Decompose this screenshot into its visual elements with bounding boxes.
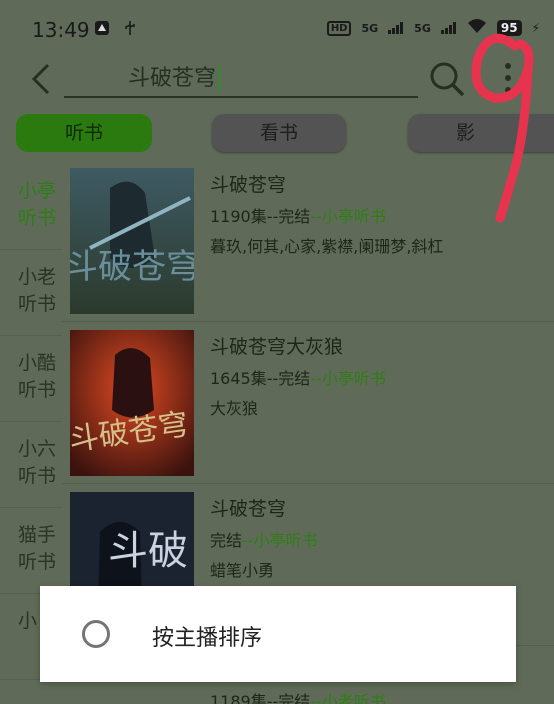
search-query: 斗破苍穹 — [128, 66, 217, 91]
sidebar-item-maoshou[interactable]: 猫手 听书 — [0, 508, 62, 594]
text-caret — [218, 66, 221, 92]
book-author: 大灰狼 — [210, 399, 259, 418]
book-source: --小老听书 — [310, 692, 386, 704]
list-item[interactable]: 斗破苍穹 斗破苍穹大灰狼 1645集--完结--小亭听书 大灰狼 — [62, 322, 554, 484]
book-meta: 完结--小亭听书 — [210, 527, 318, 551]
status-right: HD 5G 5G 95 ⚡ — [326, 18, 540, 38]
sidebar-item-label: 猫手 听书 — [18, 524, 57, 573]
book-info: 斗破苍穹 1190集--完结--小亭听书 暮玖,何其,心家,紫襟,阑珊梦,斜杠 — [210, 170, 443, 257]
book-episodes: 1190集--完结 — [210, 207, 311, 226]
book-info: 斗破苍穹大灰狼 1645集--完结--小亭听书 大灰狼 — [210, 332, 386, 419]
search-input[interactable]: 斗破苍穹 — [64, 64, 418, 98]
book-title: 斗破苍穹 — [210, 174, 287, 196]
partial-list-item: 1189集--完结--小老听书 — [210, 688, 386, 704]
sidebar-item-xiaoliu[interactable]: 小六 听书 — [0, 422, 62, 508]
signal-bars-icon — [388, 19, 404, 38]
book-episodes: 1645集--完结 — [210, 369, 311, 388]
book-cover: 斗破苍穹 — [70, 168, 194, 314]
book-list: 斗破苍穹 斗破苍穹 1190集--完结--小亭听书 暮玖,何其,心家,紫襟,阑珊… — [62, 160, 554, 646]
cover-title-art: 斗破苍穹 — [70, 247, 194, 287]
hd-badge: HD — [326, 20, 352, 36]
battery-level: 95 — [496, 20, 522, 36]
book-episodes: 1189集--完结 — [210, 692, 311, 704]
cover-title-art: 斗破 — [108, 528, 188, 574]
book-author: 暮玖,何其,心家,紫襟,阑珊梦,斜杠 — [210, 237, 444, 256]
signal-1: 5G — [361, 21, 379, 35]
sidebar-item-label: 小酷 听书 — [18, 352, 57, 401]
sidebar-item-xiaolao[interactable]: 小老 听书 — [0, 250, 62, 336]
book-info: 斗破苍穹 完结--小亭听书 蜡笔小勇 — [210, 494, 318, 581]
sort-dialog: 按主播排序 — [40, 586, 516, 682]
sidebar-item-label: 小六 听书 — [18, 438, 57, 487]
tab-listen[interactable]: 听书 — [16, 114, 152, 152]
app-notification-icon — [94, 20, 110, 36]
sidebar-item-label: 小老 听书 — [18, 266, 57, 315]
sort-by-host-radio[interactable] — [82, 620, 110, 648]
sidebar-item-label: 小亭 听书 — [18, 180, 57, 229]
sidebar-item-xiaoting[interactable]: 小亭 听书 — [0, 164, 62, 250]
status-left-icons — [94, 20, 138, 36]
book-cover: 斗破苍穹 — [70, 330, 194, 476]
usb-icon — [122, 20, 138, 36]
book-source: --小亭听书 — [242, 531, 318, 550]
book-source: --小亭听书 — [310, 369, 386, 388]
book-title: 斗破苍穹 — [210, 498, 287, 520]
more-options-icon[interactable] — [498, 58, 518, 98]
signal-bars-icon — [440, 19, 457, 38]
search-icon[interactable] — [428, 60, 466, 98]
book-title: 斗破苍穹大灰狼 — [210, 336, 344, 358]
sidebar-item-xiaoku[interactable]: 小酷 听书 — [0, 336, 62, 422]
wifi-icon — [467, 18, 487, 38]
tab-video[interactable]: 影 — [408, 114, 554, 152]
sidebar-item-label: 小 — [18, 610, 38, 632]
list-item[interactable]: 斗破苍穹 斗破苍穹 1190集--完结--小亭听书 暮玖,何其,心家,紫襟,阑珊… — [62, 160, 554, 322]
status-bar: 13:49 HD 5G 5G 95 ⚡ — [0, 0, 554, 58]
book-author: 蜡笔小勇 — [210, 561, 275, 580]
charging-icon: ⚡ — [531, 21, 540, 35]
book-meta: 1645集--完结--小亭听书 — [210, 365, 386, 389]
back-icon[interactable] — [26, 62, 56, 96]
tab-read[interactable]: 看书 — [212, 114, 346, 152]
book-episodes: 完结 — [210, 531, 243, 550]
signal-2: 5G — [414, 21, 431, 35]
sort-by-host-label[interactable]: 按主播排序 — [152, 620, 262, 652]
book-meta: 1190集--完结--小亭听书 — [210, 203, 443, 227]
status-time: 13:49 — [32, 18, 90, 42]
book-source: --小亭听书 — [310, 207, 386, 226]
